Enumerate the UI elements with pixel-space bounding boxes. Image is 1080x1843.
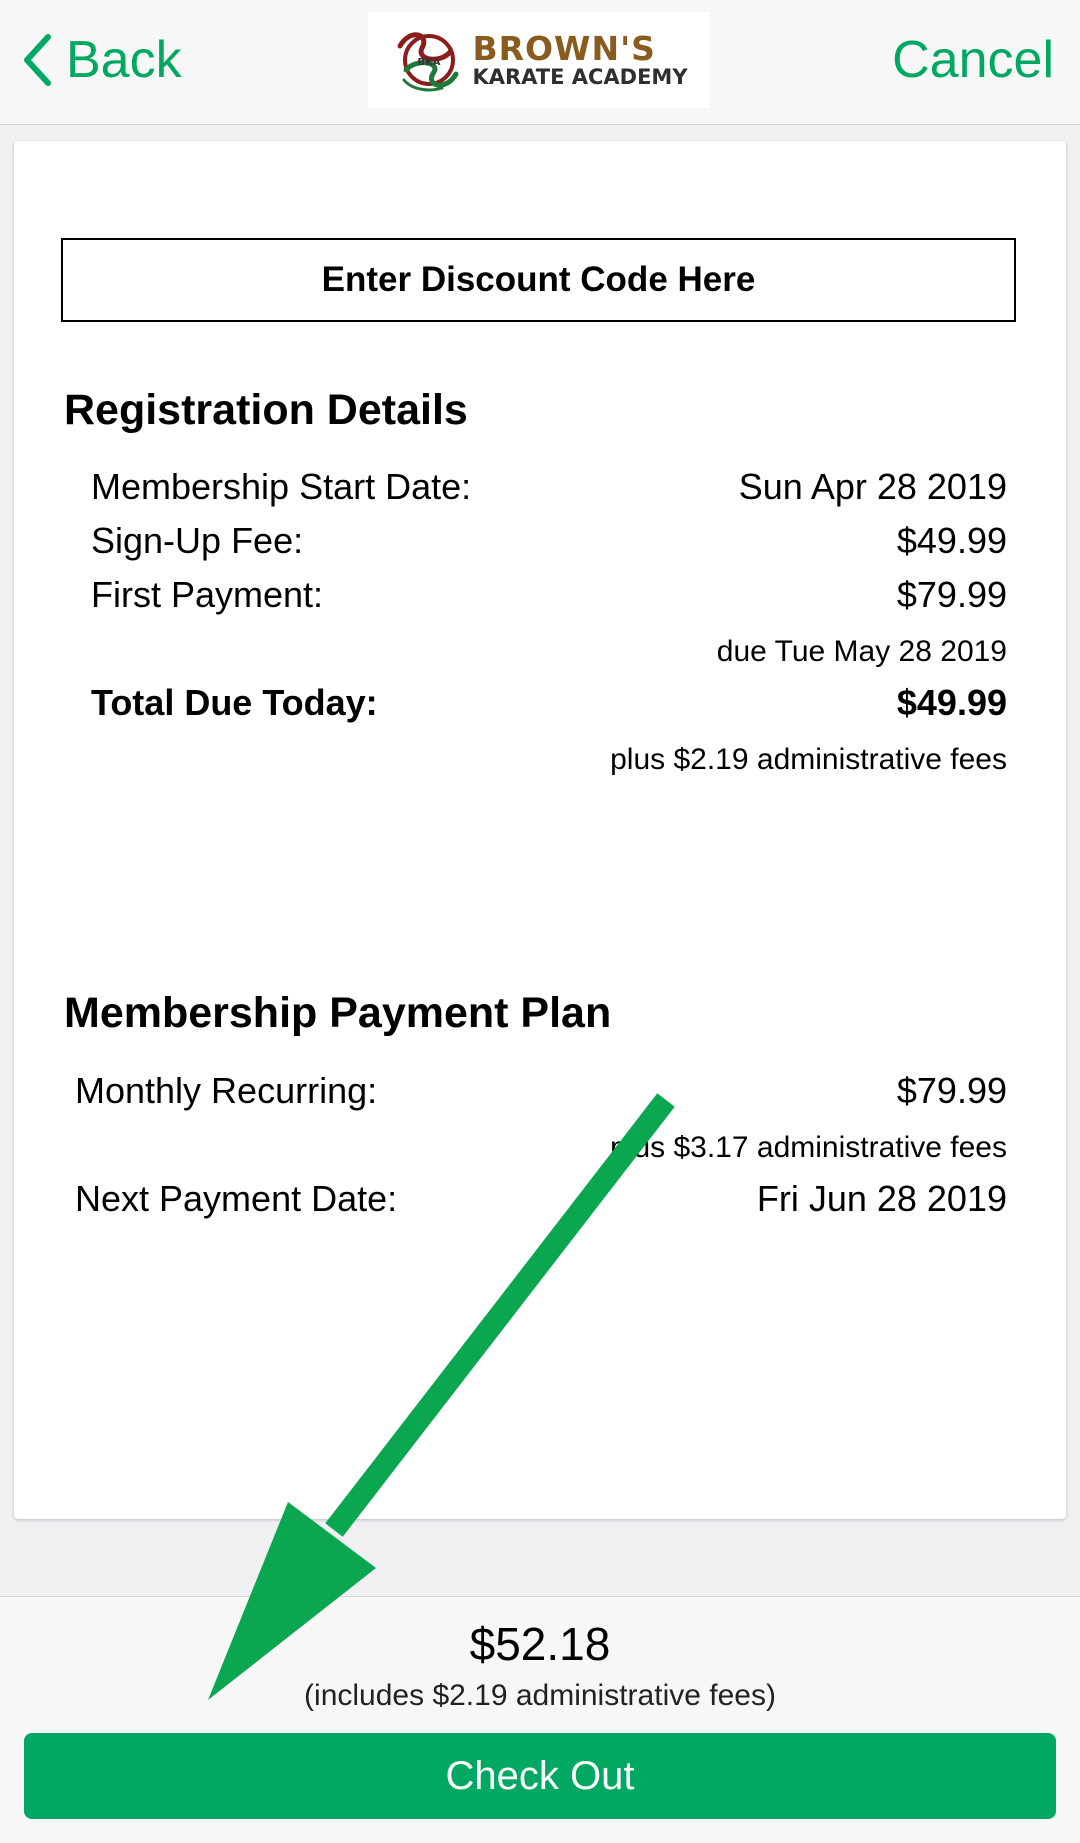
monthly-recurring-value: $79.99	[896, 1070, 1007, 1111]
registration-details-title: Registration Details	[64, 386, 468, 434]
start-date-value: Sun Apr 28 2019	[738, 466, 1007, 507]
payment-plan-title: Membership Payment Plan	[64, 989, 612, 1037]
start-date-label: Membership Start Date:	[91, 466, 472, 507]
chevron-left-icon	[24, 34, 51, 86]
registration-admin-fees: plus $2.19 administrative fees	[610, 743, 1007, 776]
nav-header: Back BKA BROWN'S KARATE ACADEMY Cancel	[0, 0, 1080, 125]
back-label: Back	[66, 31, 182, 89]
check-out-button[interactable]: Check Out	[24, 1733, 1056, 1819]
signup-fee-value: $49.99	[896, 520, 1007, 561]
first-payment-due: due Tue May 28 2019	[716, 635, 1007, 668]
checkout-footer: $52.18 (includes $2.19 administrative fe…	[0, 1596, 1080, 1843]
back-button[interactable]: Back	[22, 28, 182, 92]
signup-fee-label: Sign-Up Fee:	[91, 520, 304, 561]
total-due-value: $49.99	[896, 682, 1007, 723]
next-payment-value: Fri Jun 28 2019	[756, 1178, 1007, 1219]
logo-monogram: BKA	[418, 57, 441, 68]
total-amount: $52.18	[469, 1618, 611, 1670]
monthly-recurring-label: Monthly Recurring:	[75, 1070, 378, 1111]
summary-card: Enter Discount Code Here Registration De…	[14, 141, 1066, 1519]
first-payment-label: First Payment:	[91, 574, 324, 615]
first-payment-value: $79.99	[896, 574, 1007, 615]
cancel-button[interactable]: Cancel	[892, 28, 1054, 92]
discount-code-button[interactable]: Enter Discount Code Here	[61, 238, 1016, 322]
logo-subtitle: KARATE ACADEMY	[472, 65, 688, 89]
academy-logo: BKA BROWN'S KARATE ACADEMY	[368, 12, 710, 108]
logo-title: BROWN'S	[472, 29, 656, 68]
monthly-admin-fees: plus $3.17 administrative fees	[610, 1131, 1007, 1164]
next-payment-label: Next Payment Date:	[75, 1178, 398, 1219]
total-fees-note: (includes $2.19 administrative fees)	[304, 1679, 776, 1712]
dragon-emblem-icon: BKA	[397, 32, 459, 92]
total-due-label: Total Due Today:	[91, 682, 378, 723]
